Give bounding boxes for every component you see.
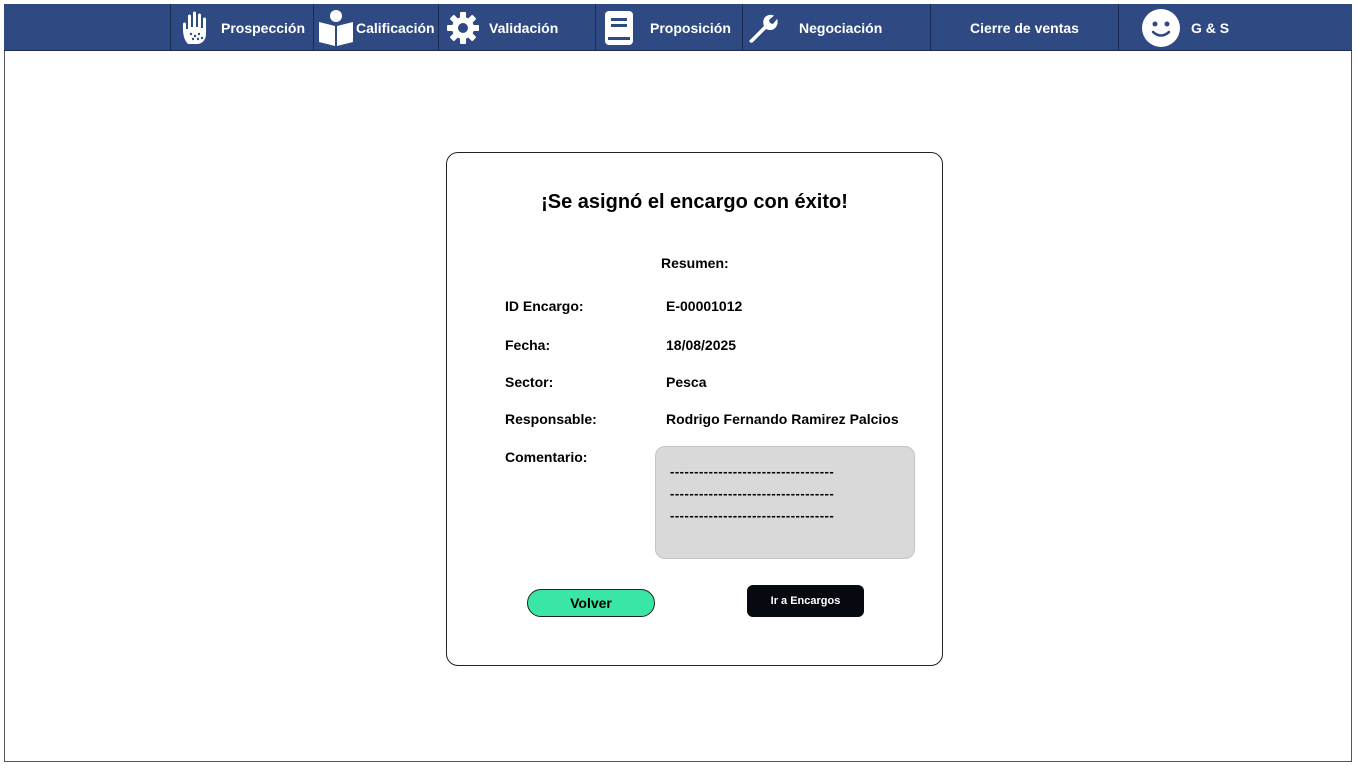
nav-item-calificacion[interactable]: Calificación	[313, 4, 438, 51]
field-label-fecha: Fecha:	[505, 337, 551, 353]
nav-item-prospeccion[interactable]: Prospección	[170, 4, 313, 51]
nav-label-validacion: Validación	[489, 19, 559, 36]
back-button[interactable]: Volver	[527, 589, 655, 617]
nav-label-negociacion: Negociación	[799, 19, 883, 36]
reader-icon	[316, 8, 356, 48]
comment-label: Comentario:	[505, 449, 588, 465]
gear-icon	[445, 10, 481, 46]
go-to-orders-button[interactable]: Ir a Encargos	[747, 585, 864, 617]
nav-label-proposicion: Proposición	[650, 19, 731, 36]
field-value-sector: Pesca	[666, 374, 707, 390]
book-icon	[602, 9, 636, 47]
field-value-id-encargo: E-00001012	[666, 298, 743, 314]
comment-line: ----------------------------------	[670, 464, 835, 479]
user-label: G & S	[1191, 19, 1230, 36]
smiley-icon	[1141, 8, 1181, 48]
success-dialog: ¡Se asignó el encargo con éxito! Resumen…	[446, 152, 943, 666]
dialog-title: ¡Se asignó el encargo con éxito!	[541, 191, 848, 213]
nav-item-negociacion[interactable]: Negociación	[742, 4, 930, 51]
field-label-id-encargo: ID Encargo:	[505, 298, 584, 314]
top-navigation-bar: Prospección Calificación Validación Prop…	[4, 4, 1352, 51]
summary-label: Resumen:	[661, 255, 729, 271]
nav-label-prospeccion: Prospección	[221, 19, 306, 36]
nav-label-cierre-de-ventas: Cierre de ventas	[970, 19, 1079, 36]
field-label-responsable: Responsable:	[505, 411, 597, 427]
comment-line: ----------------------------------	[670, 508, 835, 523]
user-menu[interactable]: G & S	[1118, 4, 1352, 51]
nav-item-validacion[interactable]: Validación	[438, 4, 595, 51]
nav-item-cierre-de-ventas[interactable]: Cierre de ventas	[930, 4, 1118, 51]
hand-icon	[179, 10, 213, 46]
wrench-icon	[747, 11, 781, 45]
comment-box[interactable]: ---------------------------------- -----…	[655, 446, 915, 559]
field-value-fecha: 18/08/2025	[666, 337, 737, 353]
comment-line: ----------------------------------	[670, 486, 835, 501]
field-label-sector: Sector:	[505, 374, 554, 390]
field-value-responsable: Rodrigo Fernando Ramirez Palcios	[666, 411, 899, 427]
nav-item-proposicion[interactable]: Proposición	[595, 4, 742, 51]
nav-label-calificacion: Calificación	[356, 19, 435, 36]
